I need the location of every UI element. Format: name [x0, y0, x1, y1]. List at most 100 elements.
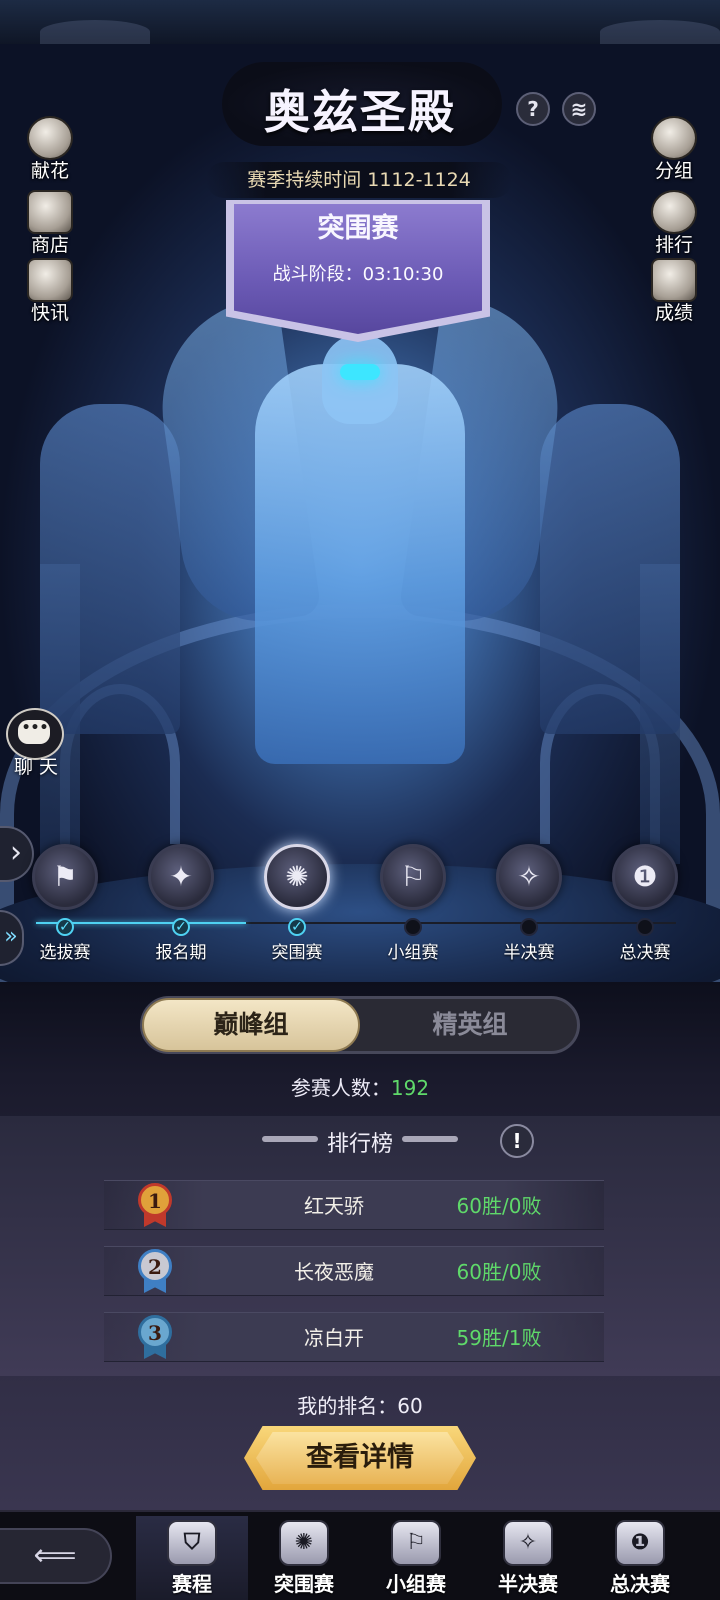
scroll-star-icon: ✺ — [279, 1520, 329, 1566]
scroll-star-icon: ✺ — [264, 844, 330, 910]
leaderboard-row[interactable]: 2 长夜恶魔 60胜/0败 — [104, 1246, 604, 1296]
check-icon: ✓ — [172, 918, 190, 936]
stage-item[interactable]: ✧ 半决赛 — [474, 844, 584, 963]
wing-ornament-right — [402, 1136, 458, 1142]
cloud-decor — [40, 20, 150, 44]
nav-tab-label: 突围赛 — [274, 1572, 334, 1596]
side-item-shop[interactable]: 商店 — [18, 190, 82, 257]
banner-figure-icon: ⚐ — [391, 1520, 441, 1566]
notice-button[interactable]: ≋ — [562, 92, 596, 126]
stage-label: 小组赛 — [387, 943, 439, 963]
check-icon: ✓ — [56, 918, 74, 936]
nav-tab-label: 半决赛 — [498, 1572, 558, 1596]
leaderboard-row[interactable]: 1 红天骄 60胜/0败 — [104, 1180, 604, 1230]
side-item-label: 分组 — [654, 160, 693, 182]
pending-node-icon — [404, 918, 422, 936]
trophy-icon: ❶ — [612, 844, 678, 910]
player-name: 长夜恶魔 — [294, 1260, 374, 1284]
nav-tab[interactable]: ⛉ 赛程 — [136, 1516, 248, 1600]
stage-label: 突围赛 — [271, 943, 323, 963]
player-name: 红天骄 — [304, 1194, 364, 1218]
pending-node-icon — [636, 918, 654, 936]
my-rank-label: 我的排名： — [297, 1394, 398, 1418]
rank-medal-icon: 2 — [134, 1243, 176, 1295]
stage-item[interactable]: ✺ ✓ 突围赛 — [242, 844, 352, 963]
banner-title: 突围赛 — [317, 213, 399, 244]
leaderboard-row[interactable]: 3 凉白开 59胜/1败 — [104, 1312, 604, 1362]
stage-label: 半决赛 — [503, 943, 555, 963]
cloud-decor — [600, 20, 720, 44]
win-loss-record: 60胜/0败 — [456, 1194, 542, 1218]
shield-icon: ✧ — [503, 1520, 553, 1566]
side-item-news[interactable]: 快讯 — [18, 258, 82, 325]
side-item-flowers[interactable]: 献花 — [18, 116, 82, 183]
nav-tab[interactable]: ✺ 突围赛 — [248, 1516, 360, 1600]
my-rank: 我的排名：60 — [0, 1390, 720, 1419]
win-loss-record: 59胜/1败 — [456, 1326, 542, 1350]
question-icon: ? — [527, 97, 539, 121]
battle-phase-timer: 战斗阶段：03:10:30 — [272, 264, 444, 285]
season-duration: 赛季持续时间 1112-1124 — [206, 162, 512, 198]
leaderboard-title: 排行榜 — [326, 1132, 393, 1157]
crown-icon — [651, 190, 697, 234]
side-item-ranking[interactable]: 排行 — [642, 190, 706, 257]
side-item-groups[interactable]: 分组 — [642, 116, 706, 183]
rank-number: 2 — [138, 1249, 172, 1283]
participant-label: 参赛人数： — [290, 1076, 391, 1100]
side-item-label: 快讯 — [30, 302, 69, 324]
newspaper-icon — [27, 258, 73, 302]
stage-item[interactable]: ⚑ ✓ 选拔赛 — [10, 844, 120, 963]
help-button[interactable]: ? — [516, 92, 550, 126]
back-button[interactable]: ⟸ — [0, 1528, 112, 1584]
scroll-icon: ≋ — [570, 97, 588, 121]
player-name: 凉白开 — [304, 1326, 364, 1350]
cards-icon — [27, 190, 73, 234]
rank-medal-icon: 3 — [134, 1309, 176, 1361]
back-arrow-icon: ⟸ — [33, 1538, 77, 1573]
central-statue — [255, 364, 465, 764]
rank-number: 1 — [138, 1183, 172, 1217]
stage-item[interactable]: ✦ ✓ 报名期 — [126, 844, 236, 963]
page-title: 奥兹圣殿 — [264, 85, 456, 139]
rank-medal-icon: 1 — [134, 1177, 176, 1229]
chat-label: 聊 天 — [13, 756, 59, 778]
nav-tab-label: 小组赛 — [386, 1572, 446, 1596]
nav-tab-label: 总决赛 — [610, 1572, 670, 1596]
shield-icon: ✧ — [496, 844, 562, 910]
trophy-icon: ❶ — [615, 1520, 665, 1566]
nav-tab[interactable]: ⚐ 小组赛 — [360, 1516, 472, 1600]
side-item-label: 排行 — [654, 234, 693, 256]
top-decor-band — [0, 0, 720, 46]
nav-tab[interactable]: ❶ 总决赛 — [584, 1516, 696, 1600]
statue-glowing-visor — [340, 364, 380, 380]
right-statue — [540, 404, 680, 734]
flag-icon: ⚑ — [32, 844, 98, 910]
view-details-button[interactable]: 查看详情 — [244, 1426, 476, 1490]
win-loss-record: 60胜/0败 — [456, 1260, 542, 1284]
nav-tab[interactable]: ✧ 半决赛 — [472, 1516, 584, 1600]
stage-label: 报名期 — [155, 943, 207, 963]
stage-item[interactable]: ⚐ 小组赛 — [358, 844, 468, 963]
stage-label: 总决赛 — [619, 943, 671, 963]
book-icon: ✦ — [148, 844, 214, 910]
chat-dots: ••• — [21, 720, 49, 736]
checklist-icon — [651, 258, 697, 302]
wizard-hat-icon — [651, 116, 697, 160]
stage-item[interactable]: ❶ 总决赛 — [590, 844, 700, 963]
schedule-icon: ⛉ — [167, 1520, 217, 1566]
nav-tab-label: 赛程 — [172, 1572, 212, 1596]
left-statue — [40, 404, 180, 734]
exclamation-icon: ! — [512, 1129, 522, 1153]
leaderboard-info-button[interactable]: ! — [500, 1124, 534, 1158]
side-item-results[interactable]: 成绩 — [642, 258, 706, 325]
my-rank-value: 60 — [397, 1394, 423, 1418]
tab-peak-group[interactable]: 巅峰组 — [142, 998, 360, 1052]
side-item-label: 商店 — [30, 234, 69, 256]
participant-value: 192 — [390, 1076, 430, 1100]
side-item-label: 献花 — [30, 160, 69, 182]
rose-icon — [27, 116, 73, 160]
banner-figure-icon: ⚐ — [380, 844, 446, 910]
check-icon: ✓ — [288, 918, 306, 936]
pending-node-icon — [520, 918, 538, 936]
tab-elite-group[interactable]: 精英组 — [362, 998, 578, 1052]
